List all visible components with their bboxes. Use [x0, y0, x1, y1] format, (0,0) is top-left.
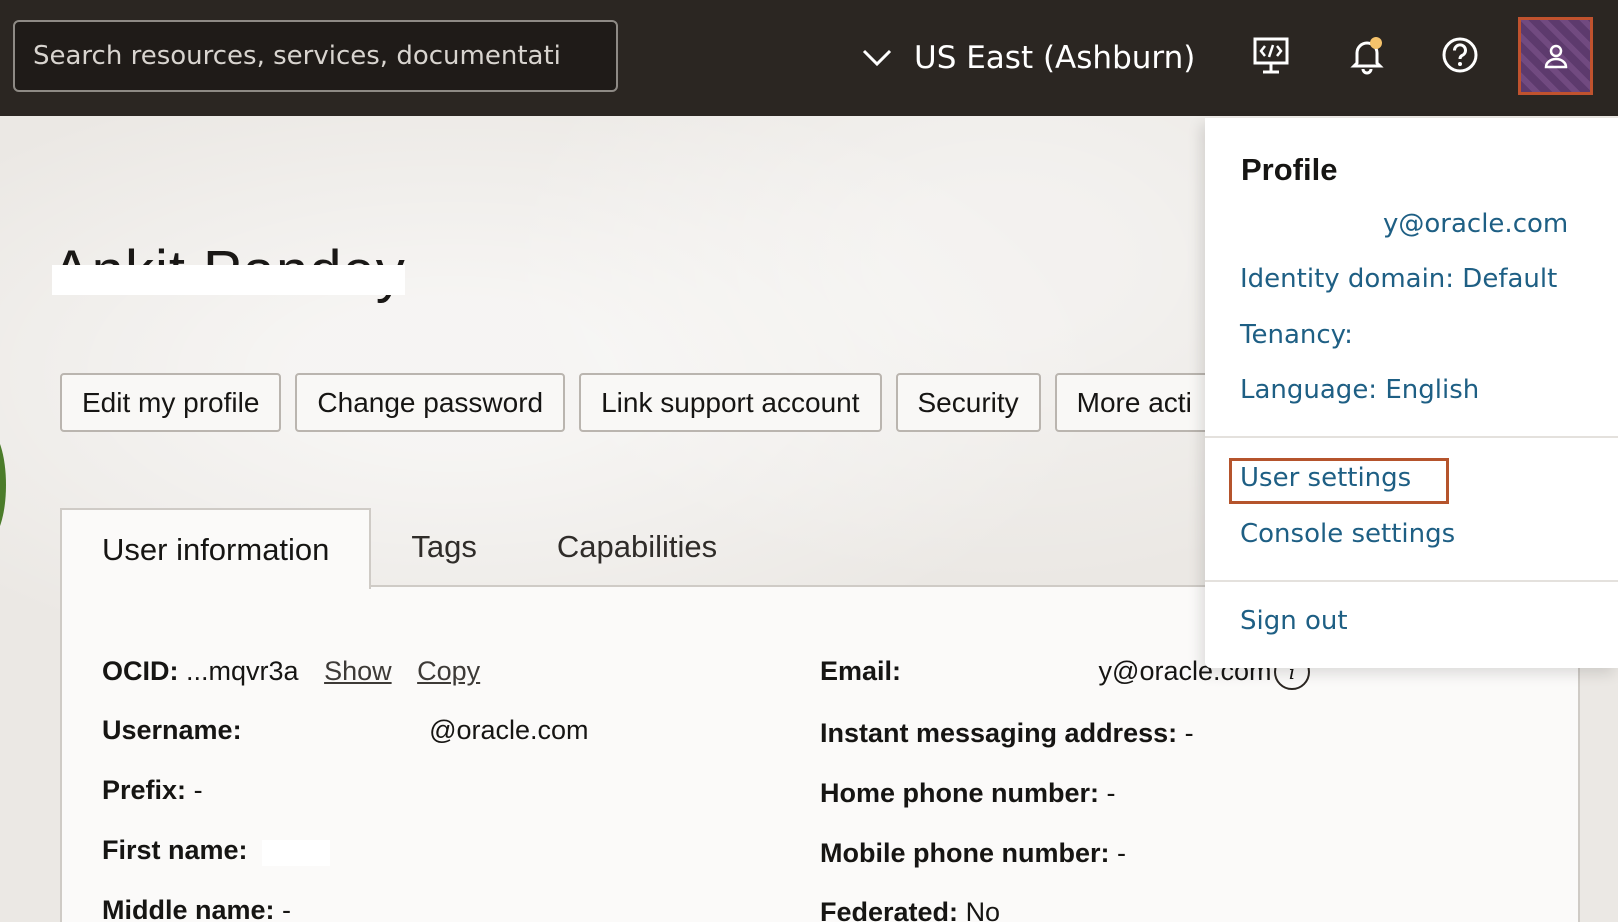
profile-dropdown-menu: Profile y@oracle.com Identity domain: De…: [1205, 118, 1618, 668]
username-field: Username: @oracle.com: [102, 715, 589, 745]
ocid-field: OCID: ...mqvr3a Show Copy: [102, 656, 481, 686]
notifications-bell-icon[interactable]: [1345, 33, 1389, 77]
menu-language[interactable]: Language: English: [1240, 375, 1479, 405]
user-avatar-button[interactable]: [1518, 17, 1593, 95]
menu-sign-out[interactable]: Sign out: [1240, 606, 1348, 636]
region-selector[interactable]: US East (Ashburn): [862, 28, 1195, 88]
more-actions-button[interactable]: More acti: [1054, 373, 1214, 432]
menu-user-settings[interactable]: User settings: [1240, 463, 1411, 493]
menu-console-settings[interactable]: Console settings: [1240, 519, 1455, 549]
link-support-account-button[interactable]: Link support account: [579, 373, 882, 432]
menu-title: Profile: [1241, 152, 1338, 187]
menu-divider: [1205, 580, 1618, 582]
help-icon[interactable]: [1438, 33, 1482, 77]
home-phone-field: Home phone number: -: [820, 778, 1116, 808]
search-input[interactable]: [15, 22, 616, 90]
profile-actions: Edit my profile Change password Link sup…: [60, 373, 1214, 432]
menu-identity-domain[interactable]: Identity domain: Default: [1240, 264, 1557, 294]
show-ocid-link[interactable]: Show: [324, 656, 392, 686]
cloud-shell-icon[interactable]: [1249, 33, 1293, 77]
menu-tenancy[interactable]: Tenancy:: [1240, 320, 1353, 350]
details-tabs: User information Tags Capabilities: [60, 506, 757, 589]
chevron-down-icon: [862, 49, 892, 67]
federated-field: Federated: No: [820, 897, 1001, 922]
menu-email: y@oracle.com: [1383, 209, 1569, 239]
tab-user-information[interactable]: User information: [60, 508, 372, 589]
top-navigation-bar: US East (Ashburn): [0, 0, 1618, 116]
tab-capabilities[interactable]: Capabilities: [517, 506, 757, 587]
change-password-button[interactable]: Change password: [295, 373, 566, 432]
user-icon: [1544, 44, 1567, 69]
mobile-phone-field: Mobile phone number: -: [820, 838, 1127, 868]
first-name-field: First name:: [102, 835, 248, 865]
copy-ocid-link[interactable]: Copy: [417, 656, 480, 686]
instant-messaging-field: Instant messaging address: -: [820, 718, 1194, 748]
tab-tags[interactable]: Tags: [371, 506, 516, 587]
edit-profile-button[interactable]: Edit my profile: [60, 373, 282, 432]
email-field: Email: y@oracle.com: [820, 656, 1272, 686]
security-button[interactable]: Security: [895, 373, 1041, 432]
prefix-field: Prefix: -: [102, 775, 203, 805]
menu-divider: [1205, 436, 1618, 438]
search-box[interactable]: [13, 20, 618, 92]
middle-name-field: Middle name: -: [102, 895, 292, 922]
redaction-overlay: [262, 840, 330, 866]
region-label: US East (Ashburn): [914, 40, 1196, 76]
redaction-overlay: [52, 265, 405, 295]
